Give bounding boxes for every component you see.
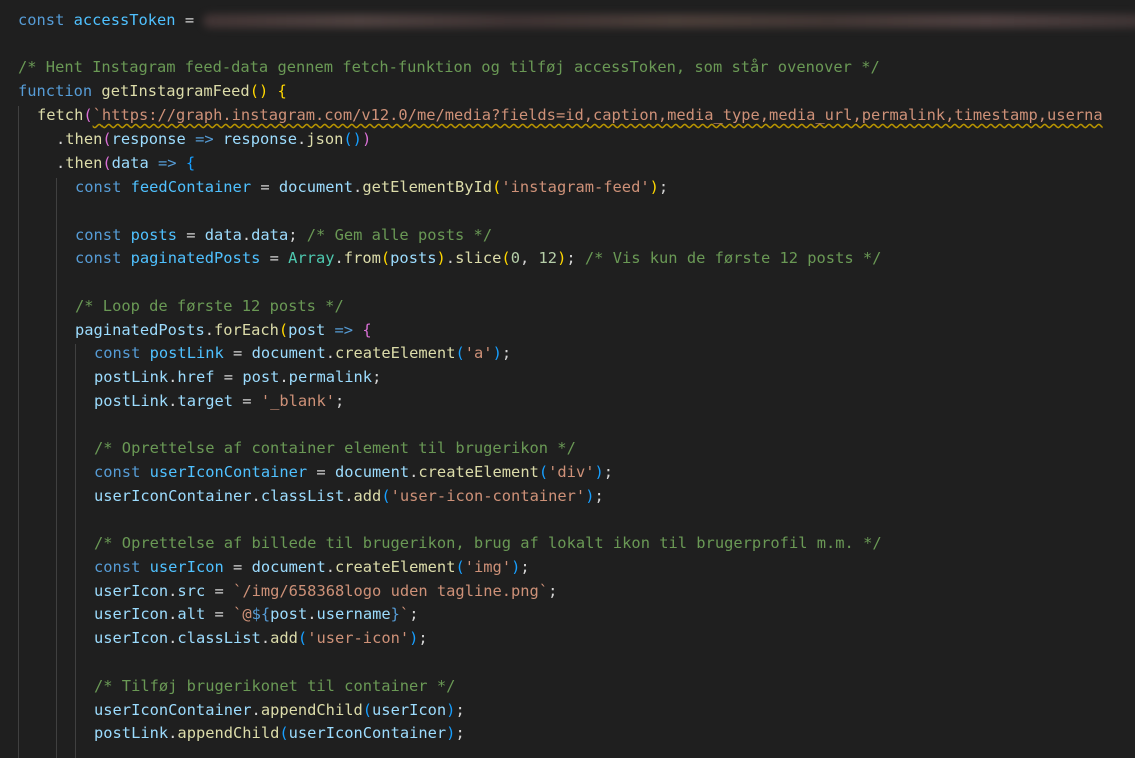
code-line-30: userIconContainer.appendChild(userIcon); [94,701,465,719]
code-line-24: const userIcon = document.createElement(… [94,558,530,576]
code-line-7: .then(data => { [56,154,196,172]
code-line-27: userIcon.classList.add('user-icon'); [94,629,428,647]
code-line-29: /* Tilføj brugerikonet til container */ [94,675,455,699]
param: data [111,154,149,172]
code-line-10: const posts = data.data; /* Gem alle pos… [75,226,493,244]
indent-guide [75,344,76,758]
code-line-31: postLink.appendChild(userIconContainer); [94,724,465,742]
code-line-5: fetch(`https://graph.instagram.com/v12.0… [37,106,1103,124]
function-name: getInstagramFeed [101,82,250,100]
code-line-1: const accessToken = [18,9,1135,33]
code-line-4: function getInstagramFeed() { [18,82,287,100]
code-line-21: userIconContainer.classList.add('user-ic… [94,487,604,505]
url-string: `https://graph.instagram.com/v12.0/me/me… [92,106,1103,124]
code-line-3: /* Hent Instagram feed-data gennem fetch… [18,56,880,80]
indent-guide [56,178,57,758]
code-line-6: .then(response => response.json()) [56,130,372,148]
code-line-14: paginatedPosts.forEach(post => { [75,321,372,339]
operator: = [175,11,204,29]
code-line-8: const feedContainer = document.getElemen… [75,178,669,196]
indent-guide [18,106,19,758]
code-editor[interactable]: const accessToken = /* Hent Instagram fe… [0,0,1135,758]
code-line-19: /* Oprettelse af container element til b… [94,437,576,461]
method: then [65,154,103,172]
code-line-13: /* Loop de første 12 posts */ [75,295,344,319]
comment: /* Vis kun de første 12 posts */ [584,249,882,267]
code-line-23: /* Oprettelse af billede til brugerikon,… [94,532,882,556]
code-line-20: const userIconContainer = document.creat… [94,463,614,481]
redacted-token [203,13,1135,28]
param: response [111,130,186,148]
method: then [65,130,103,148]
identifier: accessToken [73,11,176,29]
code-line-26: userIcon.alt = `@${post.username}`; [94,605,419,623]
comment: /* Oprettelse af billede til brugerikon,… [94,534,882,552]
keyword: function [18,82,93,100]
comment: /* Gem alle posts */ [306,226,493,244]
identifier: feedContainer [130,178,252,196]
code-line-25: userIcon.src = `/img/658368logo uden tag… [94,582,558,600]
comment: /* Tilføj brugerikonet til container */ [94,677,456,695]
code-line-17: postLink.target = '_blank'; [94,392,345,410]
function-call: fetch [37,106,84,124]
comment: /* Hent Instagram feed-data gennem fetch… [18,58,880,76]
code-line-15: const postLink = document.createElement(… [94,344,512,362]
keyword: const [18,11,65,29]
comment: /* Oprettelse af container element til b… [94,439,576,457]
code-line-16: postLink.href = post.permalink; [94,368,382,386]
comment: /* Loop de første 12 posts */ [75,297,344,315]
code-line-11: const paginatedPosts = Array.from(posts)… [75,249,882,267]
